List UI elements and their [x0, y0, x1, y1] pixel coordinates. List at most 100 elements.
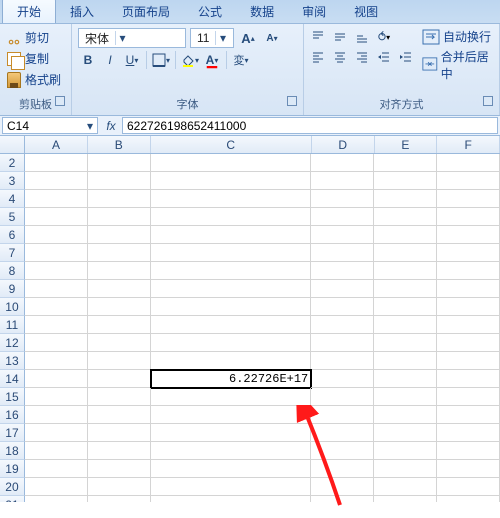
decrease-font-button[interactable]: A▾ — [262, 28, 282, 48]
cell[interactable] — [25, 226, 88, 244]
tab-layout[interactable]: 页面布局 — [108, 0, 184, 23]
cell[interactable] — [25, 424, 88, 442]
cell[interactable] — [88, 208, 151, 226]
row-header[interactable]: 10 — [0, 298, 25, 316]
cell[interactable] — [437, 334, 500, 352]
cell[interactable] — [25, 172, 88, 190]
cell[interactable] — [311, 154, 374, 172]
cell[interactable] — [151, 280, 312, 298]
align-left-button[interactable] — [308, 48, 328, 66]
align-bottom-button[interactable] — [352, 28, 372, 46]
cell[interactable] — [374, 208, 437, 226]
cell[interactable] — [374, 334, 437, 352]
cell[interactable] — [374, 172, 437, 190]
cell[interactable] — [88, 172, 151, 190]
cell[interactable] — [311, 172, 374, 190]
cell[interactable] — [374, 496, 437, 502]
phonetic-button[interactable]: 変▾ — [231, 50, 251, 70]
font-size-combo[interactable]: 11 ▾ — [190, 28, 234, 48]
cell[interactable] — [311, 496, 374, 502]
cell[interactable] — [151, 226, 312, 244]
row-header[interactable]: 15 — [0, 388, 25, 406]
active-cell[interactable]: 6.22726E+17 — [151, 370, 311, 388]
cell[interactable] — [25, 280, 88, 298]
cell[interactable] — [88, 442, 151, 460]
row-header[interactable]: 4 — [0, 190, 25, 208]
cell[interactable] — [437, 496, 500, 502]
cell[interactable] — [437, 262, 500, 280]
row-header[interactable]: 3 — [0, 172, 25, 190]
column-header-D[interactable]: D — [312, 136, 375, 153]
cell[interactable] — [151, 298, 312, 316]
cell[interactable] — [311, 298, 374, 316]
cell[interactable] — [311, 226, 374, 244]
cell[interactable] — [374, 298, 437, 316]
row-header[interactable]: 13 — [0, 352, 25, 370]
cell[interactable] — [88, 478, 151, 496]
cell[interactable] — [311, 280, 374, 298]
cell[interactable] — [311, 478, 374, 496]
select-all-corner[interactable] — [0, 136, 25, 153]
cell[interactable] — [25, 244, 88, 262]
cell[interactable] — [88, 370, 151, 388]
cell[interactable] — [25, 154, 88, 172]
cell[interactable] — [311, 262, 374, 280]
cell[interactable] — [374, 406, 437, 424]
cell[interactable] — [88, 406, 151, 424]
column-header-A[interactable]: A — [25, 136, 88, 153]
row-header[interactable]: 19 — [0, 460, 25, 478]
increase-font-button[interactable]: A▴ — [238, 28, 258, 48]
cell[interactable] — [151, 154, 312, 172]
cell[interactable] — [88, 460, 151, 478]
align-top-button[interactable] — [308, 28, 328, 46]
cell[interactable] — [25, 496, 88, 502]
cell[interactable] — [311, 190, 374, 208]
cell[interactable] — [25, 208, 88, 226]
cell[interactable] — [437, 154, 500, 172]
cell[interactable] — [88, 226, 151, 244]
column-header-B[interactable]: B — [88, 136, 151, 153]
cell[interactable] — [311, 424, 374, 442]
row-header[interactable]: 16 — [0, 406, 25, 424]
cell[interactable] — [25, 406, 88, 424]
cell[interactable] — [374, 460, 437, 478]
cell[interactable] — [25, 190, 88, 208]
cell[interactable] — [437, 280, 500, 298]
cell[interactable] — [88, 496, 151, 502]
copy-button[interactable]: 复制 — [4, 49, 63, 68]
cell[interactable] — [374, 226, 437, 244]
tab-review[interactable]: 审阅 — [288, 0, 340, 23]
row-header[interactable]: 9 — [0, 280, 25, 298]
cell[interactable] — [437, 370, 500, 388]
row-header[interactable]: 7 — [0, 244, 25, 262]
cell[interactable] — [151, 352, 312, 370]
italic-button[interactable]: I — [100, 50, 120, 70]
align-right-button[interactable] — [352, 48, 372, 66]
fill-color-button[interactable]: ▾ — [180, 50, 200, 70]
cell[interactable] — [311, 388, 374, 406]
row-header[interactable]: 12 — [0, 334, 25, 352]
align-center-button[interactable] — [330, 48, 350, 66]
alignment-launcher[interactable] — [483, 96, 493, 106]
clipboard-launcher[interactable] — [55, 96, 65, 106]
row-header[interactable]: 2 — [0, 154, 25, 172]
cell[interactable] — [374, 424, 437, 442]
cell[interactable] — [311, 370, 374, 388]
cell[interactable] — [311, 244, 374, 262]
cell[interactable] — [437, 460, 500, 478]
cell[interactable] — [311, 406, 374, 424]
cut-button[interactable]: 剪切 — [4, 28, 63, 47]
cell[interactable] — [437, 478, 500, 496]
bold-button[interactable]: B — [78, 50, 98, 70]
wrap-text-button[interactable]: 自动换行 — [422, 28, 493, 45]
format-painter-button[interactable]: 格式刷 — [4, 70, 63, 89]
cell[interactable] — [311, 442, 374, 460]
cell[interactable] — [437, 316, 500, 334]
border-button[interactable]: ▾ — [151, 50, 171, 70]
cell[interactable] — [151, 172, 312, 190]
row-header[interactable]: 21 — [0, 496, 25, 502]
cell[interactable] — [25, 352, 88, 370]
cell[interactable] — [88, 334, 151, 352]
cell[interactable] — [25, 460, 88, 478]
cell[interactable] — [374, 262, 437, 280]
